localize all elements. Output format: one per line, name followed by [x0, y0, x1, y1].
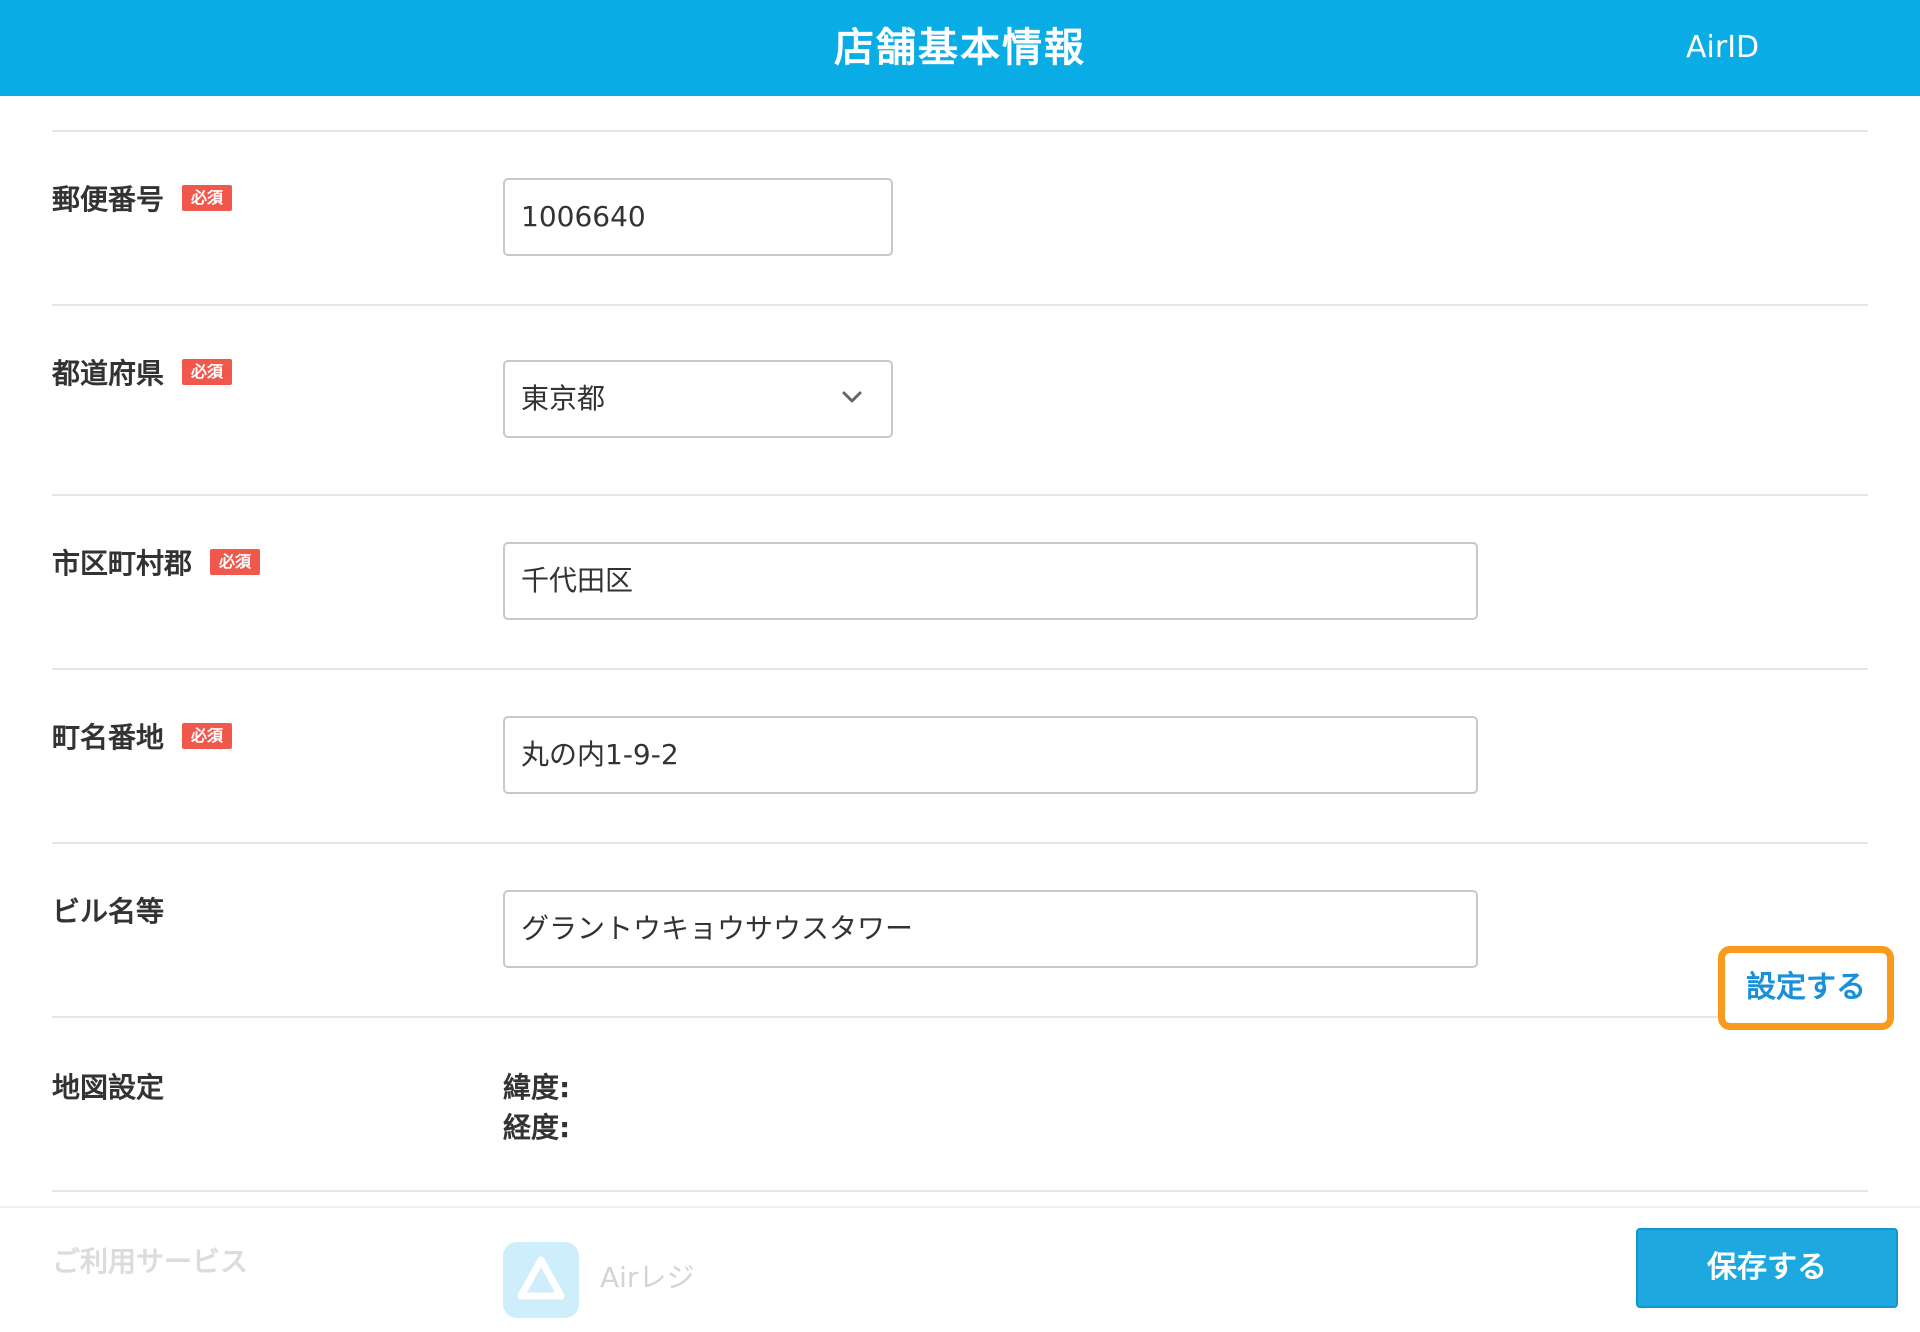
divider	[52, 842, 1868, 844]
prefecture-select[interactable]: 東京都	[503, 360, 893, 438]
prefecture-label: 都道府県 必須	[52, 352, 233, 392]
divider	[52, 1190, 1868, 1192]
required-badge: 必須	[182, 359, 233, 385]
airregi-triangle-icon	[517, 1256, 565, 1300]
divider	[52, 1016, 1868, 1018]
street-label-text: 町名番地	[52, 721, 165, 754]
map-set-button[interactable]: 設定する	[1718, 946, 1894, 1030]
prefecture-label-text: 都道府県	[52, 357, 165, 390]
map-settings-label: 地図設定	[52, 1071, 165, 1104]
divider	[52, 668, 1868, 670]
city-label: 市区町村郡 必須	[52, 542, 261, 582]
required-badge: 必須	[182, 723, 233, 749]
divider	[52, 494, 1868, 496]
latitude-label: 緯度:	[503, 1071, 571, 1104]
building-label: ビル名等	[52, 895, 165, 928]
airid-link[interactable]: AirID	[1686, 0, 1759, 96]
app-header: 店舗基本情報 AirID	[0, 0, 1920, 96]
prefecture-selected-value: 東京都	[521, 382, 606, 415]
divider	[52, 304, 1868, 306]
street-label: 町名番地 必須	[52, 716, 233, 756]
airregi-app-icon	[503, 1242, 579, 1318]
postal-code-label: 郵便番号 必須	[52, 178, 233, 218]
postal-code-input[interactable]: 1006640	[503, 178, 893, 256]
postal-code-label-text: 郵便番号	[52, 183, 165, 216]
city-label-text: 市区町村郡	[52, 547, 193, 580]
form-content: 郵便番号 必須 1006640 都道府県 必須 東京都 市区町村郡 必須 千代田区 町…	[0, 96, 1920, 1206]
required-badge: 必須	[182, 185, 233, 211]
required-badge: 必須	[210, 549, 261, 575]
street-input[interactable]: 丸の内1-9-2	[503, 716, 1478, 794]
services-label: ご利用サービス	[52, 1245, 249, 1278]
footer-bar: ご利用サービス Airレジ 保存する	[0, 1206, 1920, 1332]
save-button[interactable]: 保存する	[1636, 1228, 1898, 1308]
app-name: Airレジ	[600, 1261, 695, 1294]
chevron-down-icon	[842, 391, 862, 403]
divider	[52, 130, 1868, 132]
building-input[interactable]: グラントウキョウサウスタワー	[503, 890, 1478, 968]
city-input[interactable]: 千代田区	[503, 542, 1478, 620]
longitude-label: 経度:	[503, 1111, 571, 1144]
page-title: 店舗基本情報	[834, 25, 1086, 71]
